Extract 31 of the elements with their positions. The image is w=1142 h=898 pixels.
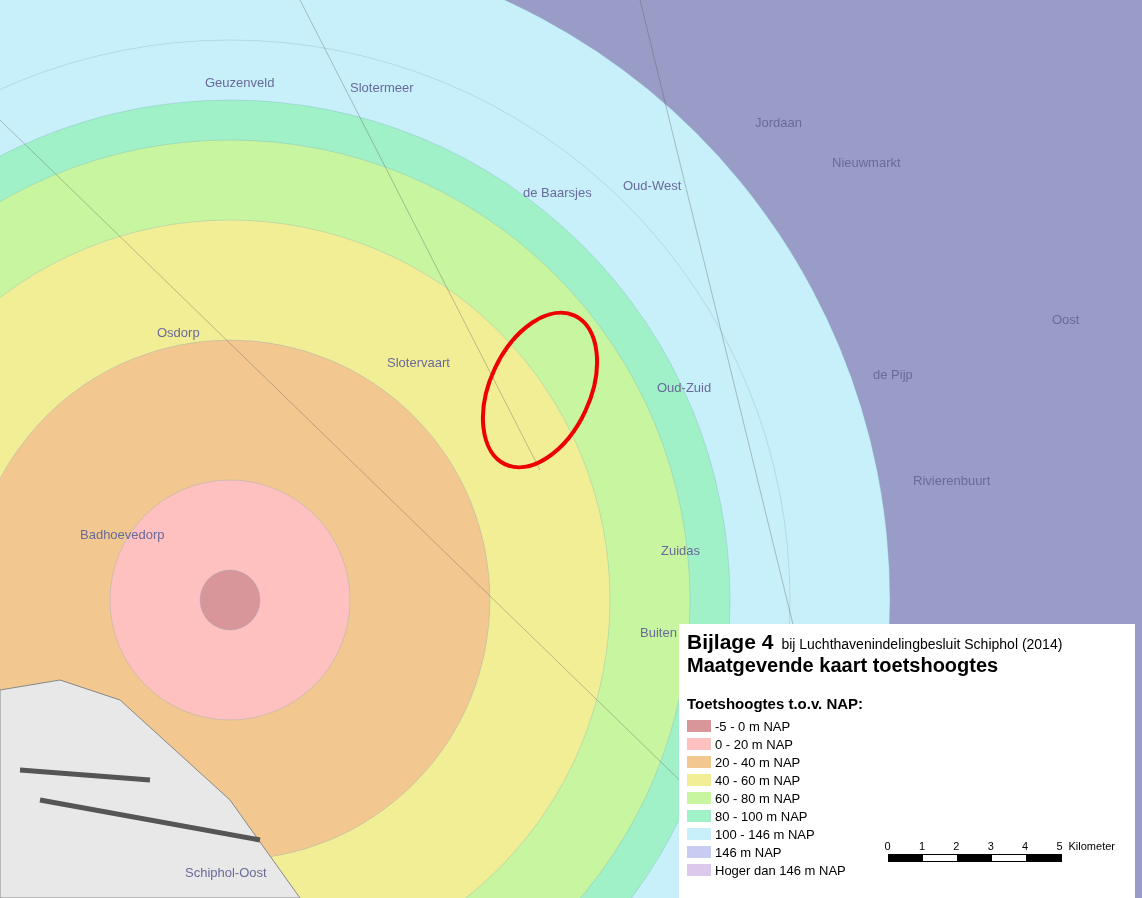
legend-heading: Toetshoogtes t.o.v. NAP: [687, 695, 865, 712]
scale-tick: 1 [918, 840, 926, 852]
scale-unit: Kilometer [1068, 840, 1115, 852]
place-label: de Baarsjes [523, 185, 592, 200]
place-label: Geuzenveld [205, 75, 275, 90]
place-label: Schiphol-Oost [185, 865, 267, 880]
place-label: Zuidas [661, 543, 701, 558]
place-label: Slotermeer [350, 80, 414, 95]
scale-tick: 4 [1022, 840, 1029, 852]
annex-title: Bijlage 4 [687, 630, 774, 654]
legend-label: 80 - 100 m NAP [715, 808, 808, 824]
scale-tick: 5 [1056, 840, 1063, 852]
legend-label: -5 - 0 m NAP [715, 718, 791, 734]
scale-tick: 0 [884, 840, 891, 852]
legend-label: 40 - 60 m NAP [715, 772, 801, 788]
place-label: Slotervaart [387, 355, 450, 370]
place-label: Badhoevedorp [80, 527, 165, 542]
legend-label: 20 - 40 m NAP [715, 754, 801, 770]
legend-label: Hoger dan 146 m NAP [715, 862, 846, 878]
scale-tick: 3 [987, 840, 994, 852]
place-label: Oud-Zuid [657, 380, 712, 395]
place-label: Oud-West [623, 178, 682, 193]
annex-subtitle: bij Luchthavenindelingbesluit Schiphol (2014) [781, 636, 1063, 652]
place-label: Osdorp [157, 325, 200, 340]
scale-tick: 2 [953, 840, 960, 852]
place-label: Buiten [640, 625, 677, 640]
map-title: Maatgevende kaart toetshoogtes [687, 654, 1000, 677]
legend-label: 146 m NAP [715, 844, 782, 860]
legend-label: 0 - 20 m NAP [715, 736, 794, 752]
legend-label: 60 - 80 m NAP [715, 790, 801, 806]
legend-label: 100 - 146 m NAP [715, 826, 815, 842]
